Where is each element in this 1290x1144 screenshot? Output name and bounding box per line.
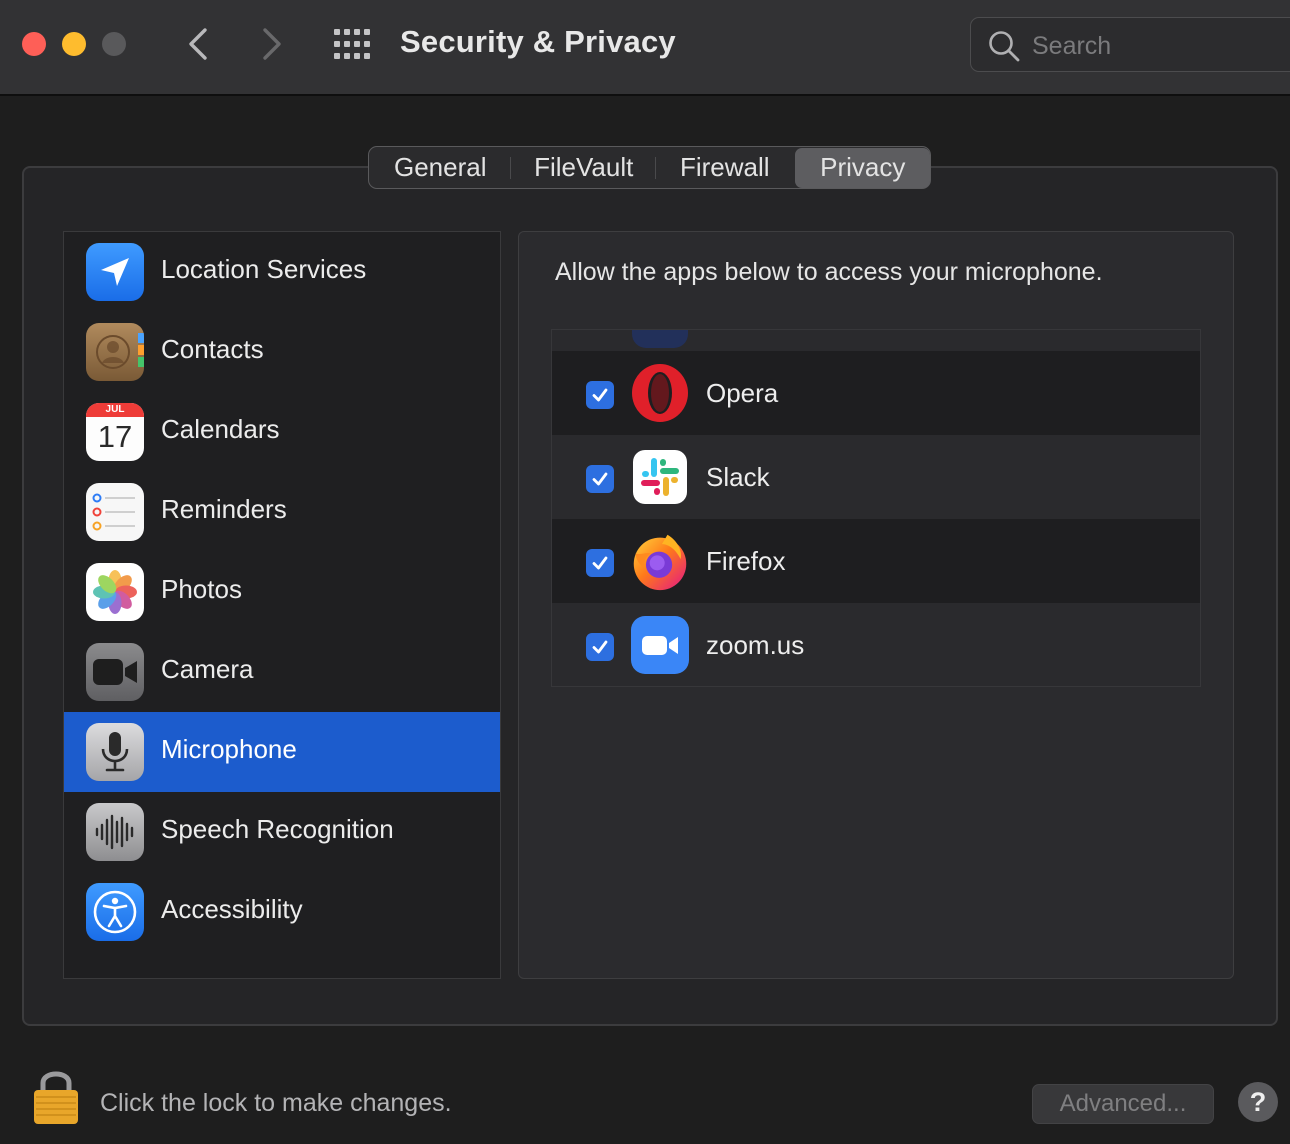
checkmark-icon [592, 472, 608, 486]
tab-general[interactable]: General [369, 148, 512, 188]
zoom-icon [630, 615, 690, 675]
app-name: Slack [706, 462, 770, 492]
calendar-day: 17 [97, 419, 133, 454]
sidebar-item-reminders[interactable]: Reminders [64, 472, 500, 552]
tab-filevault[interactable]: FileVault [511, 148, 657, 188]
pane-description: Allow the apps below to access your micr… [555, 258, 1103, 286]
sidebar-item-label: Microphone [161, 734, 297, 764]
calendar-month: JUL [86, 403, 144, 417]
list-item [552, 330, 1200, 351]
location-arrow-icon [86, 243, 144, 301]
app-name: Opera [706, 378, 779, 408]
tab-bar: General FileVault Firewall Privacy [368, 146, 931, 189]
search-placeholder: Search [1032, 32, 1112, 60]
app-name: Firefox [706, 546, 786, 576]
waveform-icon [86, 803, 144, 861]
contacts-icon [86, 323, 144, 381]
tab-privacy[interactable]: Privacy [795, 147, 930, 188]
privacy-category-list: Location Services Contacts JUL 17 Calend… [63, 231, 501, 979]
checkmark-icon [592, 556, 608, 570]
app-permission-list[interactable]: Opera Slack Firefox zoom.us [551, 329, 1201, 687]
sidebar-item-calendars[interactable]: JUL 17 Calendars [64, 392, 500, 472]
chevron-left-icon [189, 28, 207, 60]
sidebar-item-accessibility[interactable]: Accessibility [64, 872, 500, 952]
back-button[interactable] [180, 26, 216, 62]
app-row-opera[interactable]: Opera [552, 351, 1200, 435]
close-window-button[interactable] [22, 32, 46, 56]
show-all-grid-icon[interactable] [332, 27, 372, 61]
sidebar-item-label: Reminders [161, 494, 287, 524]
slack-checkbox[interactable] [586, 465, 614, 493]
sidebar-item-label: Location Services [161, 254, 367, 284]
checkmark-icon [592, 388, 608, 402]
app-row-zoom[interactable]: zoom.us [552, 603, 1200, 686]
sidebar-item-label: Accessibility [161, 894, 303, 924]
calendar-icon: JUL 17 [86, 403, 144, 461]
minimize-window-button[interactable] [62, 32, 86, 56]
sidebar-item-microphone[interactable]: Microphone [64, 712, 500, 792]
microphone-pane: Allow the apps below to access your micr… [518, 231, 1234, 979]
lock-status-text: Click the lock to make changes. [100, 1089, 452, 1117]
reminders-icon [86, 483, 144, 541]
search-icon [989, 31, 1020, 62]
app-name: zoom.us [706, 630, 805, 660]
slack-icon [630, 447, 690, 507]
app-row-firefox[interactable]: Firefox [552, 519, 1200, 603]
checkmark-icon [592, 640, 608, 654]
sidebar-item-label: Contacts [161, 334, 264, 364]
sidebar-item-location-services[interactable]: Location Services [64, 232, 500, 312]
zoom-checkbox[interactable] [586, 633, 614, 661]
firefox-icon [630, 531, 690, 591]
sidebar-item-contacts[interactable]: Contacts [64, 312, 500, 392]
window-title: Security & Privacy [400, 24, 676, 59]
firefox-checkbox[interactable] [586, 549, 614, 577]
app-icon [632, 330, 688, 348]
accessibility-icon [86, 883, 144, 941]
title-bar: Security & Privacy Search [0, 0, 1290, 96]
sidebar-item-label: Camera [161, 654, 254, 684]
search-field[interactable]: Search [970, 17, 1290, 72]
lock-icon[interactable] [30, 1066, 82, 1126]
zoom-window-button[interactable] [102, 32, 126, 56]
opera-checkbox[interactable] [586, 381, 614, 409]
help-button[interactable]: ? [1238, 1082, 1278, 1122]
photos-icon [86, 563, 144, 621]
advanced-button[interactable]: Advanced... [1032, 1084, 1214, 1124]
sidebar-item-camera[interactable]: Camera [64, 632, 500, 712]
microphone-icon [86, 723, 144, 781]
sidebar-item-photos[interactable]: Photos [64, 552, 500, 632]
app-row-slack[interactable]: Slack [552, 435, 1200, 519]
sidebar-item-label: Calendars [161, 414, 280, 444]
sidebar-item-speech-recognition[interactable]: Speech Recognition [64, 792, 500, 872]
opera-icon [630, 363, 690, 423]
forward-button[interactable] [254, 26, 290, 62]
tab-firewall[interactable]: Firewall [656, 148, 794, 188]
sidebar-item-label: Photos [161, 574, 242, 604]
chevron-right-icon [263, 28, 281, 60]
sidebar-item-label: Speech Recognition [161, 814, 394, 844]
camera-icon [86, 643, 144, 701]
